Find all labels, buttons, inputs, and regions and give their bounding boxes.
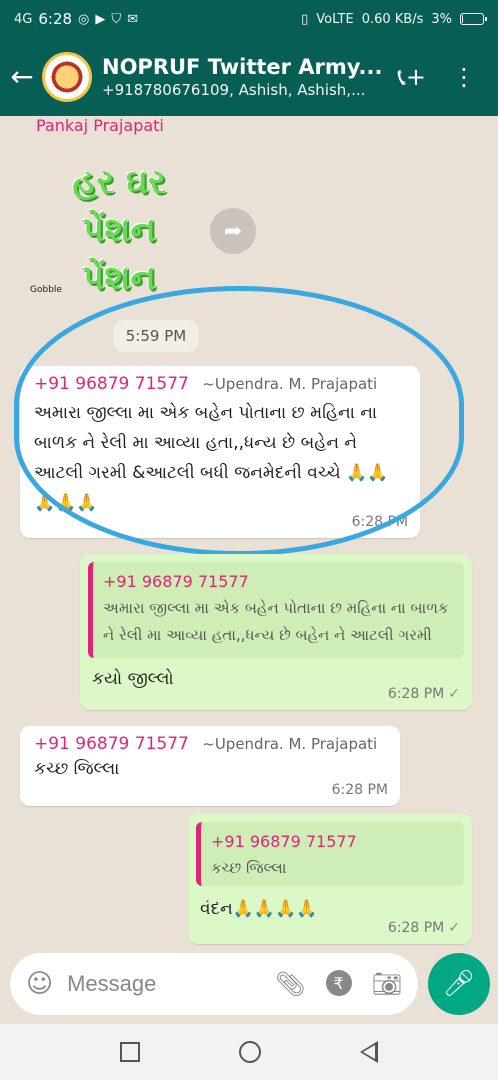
group-info[interactable]: NOPRUF Twitter Army... +918780676109, As… [102,55,392,99]
emoji-icon[interactable]: ☺ [26,969,53,999]
sender-alias: ~Upendra. M. Prajapati [202,375,378,393]
recents-icon[interactable] [119,1042,140,1062]
sticker-time: 5:59 PM [114,320,198,352]
battery-fill [462,15,463,23]
sender-phone[interactable]: +91 96879 71577 [34,374,189,394]
quoted-message[interactable]: +91 96879 71577 અમારા જીલ્લા મા એક બહેન … [88,562,464,658]
battery-icon [460,13,487,25]
status-time: 6:28 [38,10,73,28]
sender-phone[interactable]: +91 96879 71577 [34,734,189,754]
message-header: +91 96879 71577 ~Upendra. M. Prajapati [34,374,406,394]
sticker[interactable]: હર ઘર પેંશન પેંશન Gobble [30,158,194,308]
gmail-icon: ✉ [127,11,139,27]
message-text: કચ્છ જિલ્લા [34,759,120,779]
youtube-icon: ▶ [95,11,106,27]
message-composer: ☺ 📎︎ ₹ 📷︎ [10,953,418,1015]
nav-back-icon[interactable] [360,1041,379,1063]
more-vert-icon[interactable]: ⋮ [452,63,476,91]
quoted-message[interactable]: +91 96879 71577 કચ્છ જિલ્લા [196,822,464,886]
avatar-logo [49,59,85,95]
message-bubble[interactable]: +91 96879 71577 ~Upendra. M. Prajapati ક… [20,726,400,806]
sent-tick-icon: ✓ [448,920,460,936]
volte-icon: VoLTE [316,11,354,27]
message-time: 6:28 PM [351,514,408,530]
shield-icon: ⛉ [111,11,122,27]
sent-tick-icon: ✓ [448,686,460,702]
system-nav-bar [0,1024,498,1080]
message-time: 6:28 PM ✓ [388,686,460,702]
message-bubble[interactable]: +91 96879 71577 ~Upendra. M. Prajapati અ… [20,366,420,538]
message-header: +91 96879 71577 ~Upendra. M. Prajapati [34,734,386,754]
back-arrow-icon[interactable]: ← [2,63,42,91]
message-time-text: 6:28 PM [387,686,445,702]
rupee-icon[interactable]: ₹ [325,970,352,996]
message-bubble[interactable]: +91 96879 71577 કચ્છ જિલ્લા વંદન🙏🙏🙏🙏 6:2… [188,814,472,944]
message-time-text: 6:28 PM [387,920,445,936]
sticker-line-3: પેંશન [82,258,156,298]
message-text: અમારા જીલ્લા મા એક બહેન પોતાના છ મહિના ન… [34,403,389,513]
sticker-sender: Pankaj Prajapati [36,116,164,135]
sticker-line-1: હર ઘર [72,162,166,202]
whatsapp-icon: ◎ [78,11,90,27]
group-title: NOPRUF Twitter Army... [102,55,383,79]
group-avatar[interactable] [42,52,92,102]
quoted-sender-phone: +91 96879 71577 [211,832,357,851]
quoted-text: કચ્છ જિલ્લા [211,859,287,877]
camera-icon[interactable]: 📷︎ [372,970,402,998]
home-icon[interactable] [238,1041,261,1063]
group-members: +918780676109, Ashish, Ashish,... [102,81,366,99]
battery-percent: 3% [431,11,452,27]
message-input[interactable] [67,971,248,997]
quoted-text: અમારા જીલ્લા મા એક બહેન પોતાના છ મહિના ન… [103,599,449,644]
message-bubble[interactable]: +91 96879 71577 અમારા જીલ્લા મા એક બહેન … [80,554,472,710]
message-time: 6:28 PM [331,782,388,798]
data-speed: 0.60 KB/s [361,11,424,27]
chat-area[interactable]: Pankaj Prajapati હર ઘર પેંશન પેંશન Gobbl… [0,116,498,950]
sticker-line-2: પેંશન [82,210,156,250]
vibrate-icon: ▯ [301,11,309,27]
forward-icon[interactable]: ➦ [210,208,256,254]
attach-icon[interactable]: 📎︎ [275,970,305,998]
sender-alias: ~Upendra. M. Prajapati [202,735,378,753]
sticker-brand: Gobble [30,285,62,295]
chat-header: ← NOPRUF Twitter Army... +918780676109, … [0,38,498,116]
add-call-icon[interactable]: 📞︎+ [397,63,426,91]
status-bar: 4G 6:28 ◎ ▶ ⛉ ✉ ▯ VoLTE 0.60 KB/s 3% [0,0,498,38]
quoted-sender-phone: +91 96879 71577 [103,572,249,591]
mic-icon[interactable]: 🎤︎ [428,953,490,1015]
network-type: 4G [14,11,33,27]
message-time: 6:28 PM ✓ [388,920,460,936]
